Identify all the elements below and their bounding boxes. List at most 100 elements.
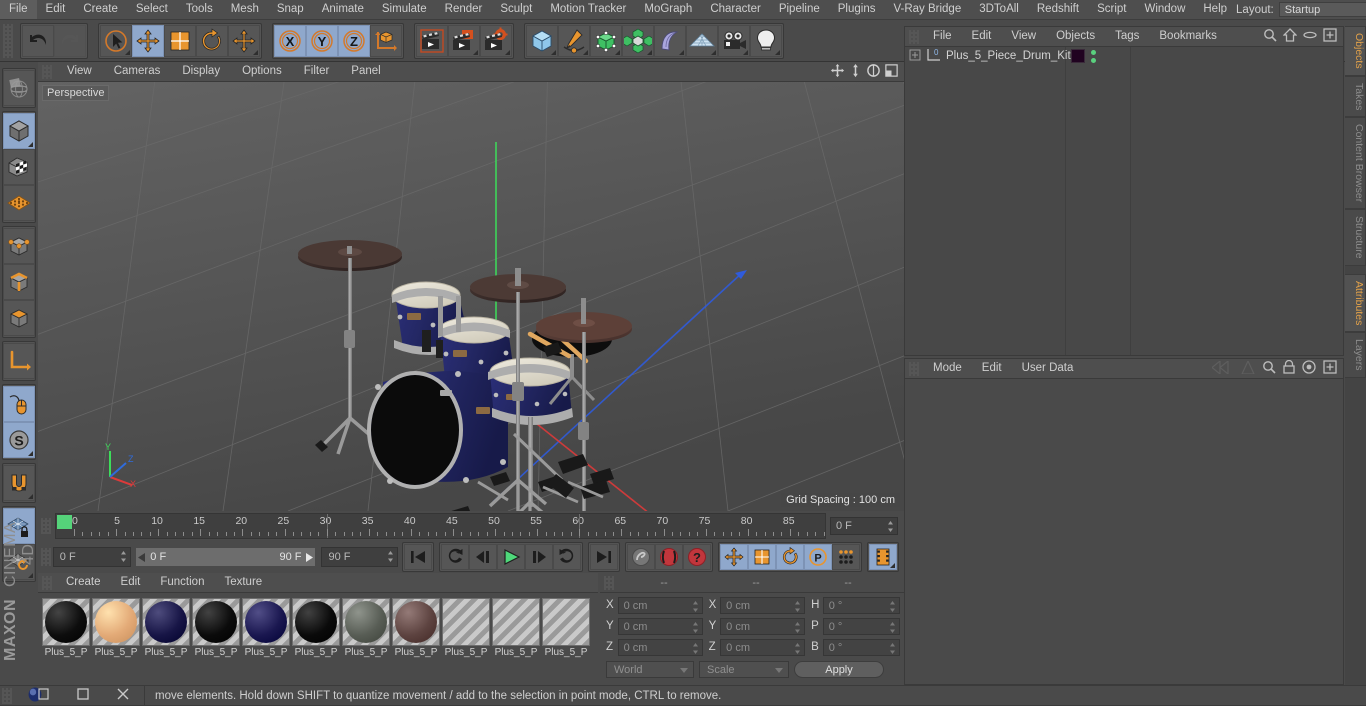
minimize-window-icon[interactable] xyxy=(76,687,90,704)
menu-sculpt[interactable]: Sculpt xyxy=(491,0,541,19)
spinner-icon[interactable] xyxy=(794,621,801,634)
texture-mode-button[interactable] xyxy=(3,149,35,185)
viewport-menu-filter[interactable]: Filter xyxy=(293,62,341,81)
menu-tools[interactable]: Tools xyxy=(177,0,222,19)
render-settings-button[interactable] xyxy=(480,24,512,57)
timeline-grip[interactable] xyxy=(41,518,51,534)
attributes-content[interactable] xyxy=(905,379,1343,684)
tab-attributes[interactable]: Attributes xyxy=(1345,273,1366,333)
menu-motion-tracker[interactable]: Motion Tracker xyxy=(541,0,635,19)
viewport-menu-view[interactable]: View xyxy=(56,62,103,81)
material-item[interactable]: Plus_5_P xyxy=(142,598,190,658)
axis-lock-x-button[interactable]: X xyxy=(274,24,306,57)
viewport-menu-options[interactable]: Options xyxy=(231,62,293,81)
tab-content-browser[interactable]: Content Browser xyxy=(1345,117,1366,210)
menu-window[interactable]: Window xyxy=(1135,0,1194,19)
axis-lock-y-button[interactable]: Y xyxy=(306,24,338,57)
floor-environment-button[interactable] xyxy=(686,24,718,57)
record-active-objects-button[interactable] xyxy=(655,544,683,570)
move-tool-button[interactable] xyxy=(132,24,164,57)
camera-button[interactable] xyxy=(718,24,750,57)
material-menu-texture[interactable]: Texture xyxy=(214,573,272,592)
material-menu-create[interactable]: Create xyxy=(56,573,111,592)
menu-render[interactable]: Render xyxy=(436,0,492,19)
tab-layers[interactable]: Layers xyxy=(1345,332,1366,378)
menu-create[interactable]: Create xyxy=(74,0,127,19)
search-icon[interactable] xyxy=(1263,28,1277,45)
menu-character[interactable]: Character xyxy=(701,0,770,19)
move-alt-tool-button[interactable] xyxy=(228,24,260,57)
material-item[interactable]: Plus_5_P xyxy=(42,598,90,658)
material-thumbnail[interactable] xyxy=(392,598,440,646)
objects-menu-view[interactable]: View xyxy=(1001,27,1046,46)
spinner-icon[interactable] xyxy=(889,621,896,634)
material-item[interactable]: Plus_5_P xyxy=(492,598,540,658)
spinner-icon[interactable] xyxy=(692,642,699,655)
menu-pipeline[interactable]: Pipeline xyxy=(770,0,829,19)
viewport-menu-cameras[interactable]: Cameras xyxy=(103,62,172,81)
autokeying-button[interactable] xyxy=(627,544,655,570)
range-right-handle-icon[interactable] xyxy=(304,552,314,562)
layout-select[interactable]: Startup xyxy=(1278,2,1366,17)
menu-plugins[interactable]: Plugins xyxy=(829,0,885,19)
menu-redshift[interactable]: Redshift xyxy=(1028,0,1088,19)
object-row[interactable]: 0 Plus_5_Piece_Drum_Kit xyxy=(905,47,1343,65)
material-item[interactable]: Plus_5_P xyxy=(392,598,440,658)
material-grip[interactable] xyxy=(42,575,52,590)
objects-grip[interactable] xyxy=(909,29,919,44)
attributes-menu-edit[interactable]: Edit xyxy=(972,359,1012,378)
record-scale-button[interactable] xyxy=(748,544,776,570)
object-axis-button[interactable] xyxy=(3,343,35,379)
tab-objects[interactable]: Objects xyxy=(1345,26,1366,76)
expand-toggle-icon[interactable] xyxy=(909,49,921,64)
render-region-button[interactable] xyxy=(448,24,480,57)
toolbar-grip[interactable] xyxy=(3,23,13,58)
coord-size-field[interactable]: 0 cm xyxy=(720,617,806,635)
material-thumbnail[interactable] xyxy=(442,598,490,646)
magnet-button[interactable] xyxy=(3,465,35,501)
render-view-button[interactable] xyxy=(416,24,448,57)
material-thumbnail[interactable] xyxy=(542,598,590,646)
spinner-icon[interactable] xyxy=(692,621,699,634)
range-left-handle-icon[interactable] xyxy=(138,552,147,562)
step-back-button[interactable] xyxy=(469,544,497,570)
menu-select[interactable]: Select xyxy=(127,0,177,19)
material-menu-edit[interactable]: Edit xyxy=(111,573,151,592)
material-menu-function[interactable]: Function xyxy=(150,573,214,592)
viewport-grip[interactable] xyxy=(42,64,52,79)
current-time-marker[interactable] xyxy=(57,515,72,529)
orbit-icon[interactable] xyxy=(866,63,881,81)
coord-rotation-field[interactable]: 0 ° xyxy=(822,638,901,656)
material-item[interactable]: Plus_5_P xyxy=(242,598,290,658)
enable-axis-button[interactable] xyxy=(3,386,35,422)
timeline-frame-field[interactable]: 0 F xyxy=(830,517,898,535)
coord-position-field[interactable]: 0 cm xyxy=(617,617,703,635)
attributes-grip[interactable] xyxy=(909,361,919,376)
material-item[interactable]: Plus_5_P xyxy=(542,598,590,658)
objects-menu-objects[interactable]: Objects xyxy=(1046,27,1105,46)
tab-takes[interactable]: Takes xyxy=(1345,75,1366,118)
play-button[interactable] xyxy=(497,544,525,570)
attributes-menu-user-data[interactable]: User Data xyxy=(1012,359,1084,378)
spinner-icon[interactable] xyxy=(889,600,896,613)
end-frame-field[interactable]: 90 F xyxy=(321,547,398,567)
coord-size-field[interactable]: 0 cm xyxy=(720,638,806,656)
play-back-button[interactable] xyxy=(441,544,469,570)
material-thumbnail[interactable] xyxy=(92,598,140,646)
object-name[interactable]: Plus_5_Piece_Drum_Kit xyxy=(942,50,1071,62)
menu-help[interactable]: Help xyxy=(1194,0,1236,19)
menu-file[interactable]: File xyxy=(0,0,37,19)
material-thumbnail[interactable] xyxy=(242,598,290,646)
rotate-tool-button[interactable] xyxy=(196,24,228,57)
keyframe-selection-button[interactable]: ? xyxy=(683,544,711,570)
transport-grip[interactable] xyxy=(41,548,51,566)
menu-script[interactable]: Script xyxy=(1088,0,1135,19)
menu-snap[interactable]: Snap xyxy=(268,0,313,19)
dolly-icon[interactable] xyxy=(848,63,863,81)
axis-lock-z-button[interactable]: Z xyxy=(338,24,370,57)
record-parameter-button[interactable] xyxy=(832,544,860,570)
spinner-icon[interactable] xyxy=(120,550,127,563)
play-forward-button[interactable] xyxy=(553,544,581,570)
coord-position-field[interactable]: 0 cm xyxy=(617,638,703,656)
viewport-menu-display[interactable]: Display xyxy=(171,62,231,81)
